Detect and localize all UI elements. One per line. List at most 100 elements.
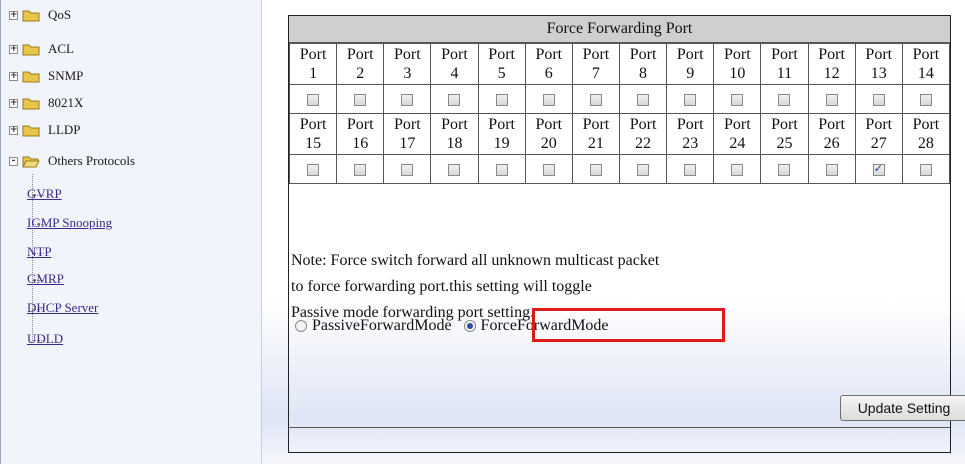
- port-checkbox[interactable]: [872, 93, 885, 106]
- tree-node-label[interactable]: 8021X: [48, 95, 83, 111]
- port-word: Port: [629, 116, 657, 133]
- port-checkbox[interactable]: [401, 93, 414, 106]
- port-number: 13: [870, 65, 887, 82]
- update-setting-button[interactable]: Update Setting: [840, 395, 965, 421]
- port-checkbox[interactable]: [825, 163, 838, 176]
- folder-icon: [22, 43, 40, 56]
- port-checkbox-cell: [713, 84, 762, 114]
- port-checkbox[interactable]: [307, 163, 320, 176]
- port-number: 15: [305, 135, 322, 152]
- tree-node-label[interactable]: LLDP: [48, 122, 81, 138]
- port-label-cell: Port 7: [571, 43, 620, 85]
- port-checkbox[interactable]: [448, 93, 461, 106]
- port-label-cell: Port 6: [524, 43, 573, 85]
- port-number: 1: [309, 65, 318, 82]
- port-checkbox[interactable]: [401, 163, 414, 176]
- expand-icon[interactable]: +: [9, 71, 18, 81]
- port-word: Port: [912, 116, 940, 133]
- port-checkbox[interactable]: [637, 163, 650, 176]
- port-label-cell: Port 24: [713, 113, 762, 155]
- port-word: Port: [865, 46, 893, 63]
- port-word: Port: [394, 116, 421, 133]
- tree-link[interactable]: DHCP Server: [27, 300, 98, 316]
- port-checkbox[interactable]: [589, 93, 602, 106]
- port-checkbox-cell: [760, 84, 809, 114]
- tree-node[interactable]: + LLDP: [9, 121, 81, 139]
- port-checkbox[interactable]: [825, 93, 838, 106]
- tree-node[interactable]: + SNMP: [9, 67, 83, 85]
- passive-mode-label[interactable]: PassiveForwardMode: [312, 317, 452, 335]
- port-label-cell: Port 18: [430, 113, 479, 155]
- folder-icon: [22, 97, 40, 110]
- port-label-cell: Port 11: [760, 43, 809, 85]
- tree-node[interactable]: - Others Protocols: [9, 152, 135, 170]
- port-word: Port: [346, 116, 374, 133]
- passive-mode-radio[interactable]: [295, 320, 307, 332]
- port-number: 22: [635, 135, 652, 152]
- port-checkbox[interactable]: [919, 93, 932, 106]
- port-label-cell: Port 19: [477, 113, 526, 155]
- expand-icon[interactable]: +: [9, 44, 18, 54]
- port-checkbox[interactable]: [684, 163, 697, 176]
- force-mode-radio[interactable]: [463, 320, 476, 332]
- port-checkbox-cell: [477, 154, 526, 184]
- port-checkbox[interactable]: [495, 93, 508, 106]
- port-checkbox[interactable]: [354, 93, 367, 106]
- port-word: Port: [771, 46, 798, 63]
- port-label-cell: Port 4: [430, 43, 479, 85]
- port-checkbox[interactable]: [637, 93, 650, 106]
- port-word: Port: [394, 46, 421, 63]
- expand-icon[interactable]: +: [9, 98, 18, 108]
- port-label-cell: Port 10: [713, 43, 762, 85]
- tree-node[interactable]: + ACL: [9, 40, 74, 58]
- port-label-cell: Port 25: [760, 113, 809, 155]
- tree-node[interactable]: +8021X: [9, 94, 83, 112]
- note-line: Note: Force switch forward all unknown m…: [291, 252, 660, 269]
- port-checkbox[interactable]: [307, 93, 320, 106]
- port-checkbox[interactable]: [448, 163, 461, 176]
- tree-node[interactable]: + QoS: [9, 6, 71, 24]
- port-word: Port: [441, 116, 468, 133]
- tree-node-label[interactable]: SNMP: [48, 68, 83, 84]
- port-checkbox[interactable]: [731, 163, 744, 176]
- port-checkbox[interactable]: [589, 163, 602, 176]
- tree-node-label[interactable]: Others Protocols: [48, 153, 135, 169]
- port-checkbox-cell: [383, 84, 432, 114]
- port-label-cell: Port 28: [901, 113, 951, 155]
- port-label-cell: Port 9: [666, 43, 715, 85]
- tree-link[interactable]: IGMP Snooping: [27, 215, 112, 231]
- expand-icon[interactable]: +: [9, 10, 18, 20]
- port-word: Port: [865, 116, 893, 133]
- port-checkbox[interactable]: [495, 163, 508, 176]
- port-label-cell: Port 5: [477, 43, 526, 85]
- port-checkbox[interactable]: [778, 163, 791, 176]
- port-label-cell: Port 21: [571, 113, 620, 155]
- port-checkbox-cell: [666, 84, 715, 114]
- port-checkbox[interactable]: [542, 163, 555, 176]
- tree-node-label[interactable]: QoS: [48, 7, 71, 23]
- tree-link[interactable]: UDLD: [27, 331, 63, 347]
- port-word: Port: [818, 46, 845, 63]
- port-label-cell: Port 17: [383, 113, 432, 155]
- port-checkbox[interactable]: [919, 163, 932, 176]
- port-checkbox-cell: [571, 84, 620, 114]
- port-checkbox[interactable]: [778, 93, 791, 106]
- port-number: 17: [399, 135, 416, 152]
- port-label-cell: Port 23: [666, 113, 715, 155]
- port-checkbox[interactable]: [542, 93, 555, 106]
- note-line: to force forwarding port.this setting wi…: [291, 278, 592, 295]
- port-number: 4: [450, 65, 459, 82]
- port-label-cell: Port 14: [901, 43, 951, 85]
- tree-link[interactable]: NTP: [27, 244, 52, 260]
- port-checkbox[interactable]: [872, 162, 885, 176]
- port-label-cell: Port 3: [383, 43, 432, 85]
- port-checkbox[interactable]: [684, 93, 697, 106]
- tree-node-label[interactable]: ACL: [48, 41, 74, 57]
- expand-icon[interactable]: +: [9, 125, 18, 135]
- port-checkbox-cell: [807, 154, 856, 184]
- port-checkbox[interactable]: [731, 93, 744, 106]
- collapse-icon[interactable]: -: [9, 156, 18, 166]
- tree-link[interactable]: GMRP: [27, 271, 64, 287]
- port-checkbox[interactable]: [354, 163, 367, 176]
- tree-link[interactable]: GVRP: [27, 186, 62, 202]
